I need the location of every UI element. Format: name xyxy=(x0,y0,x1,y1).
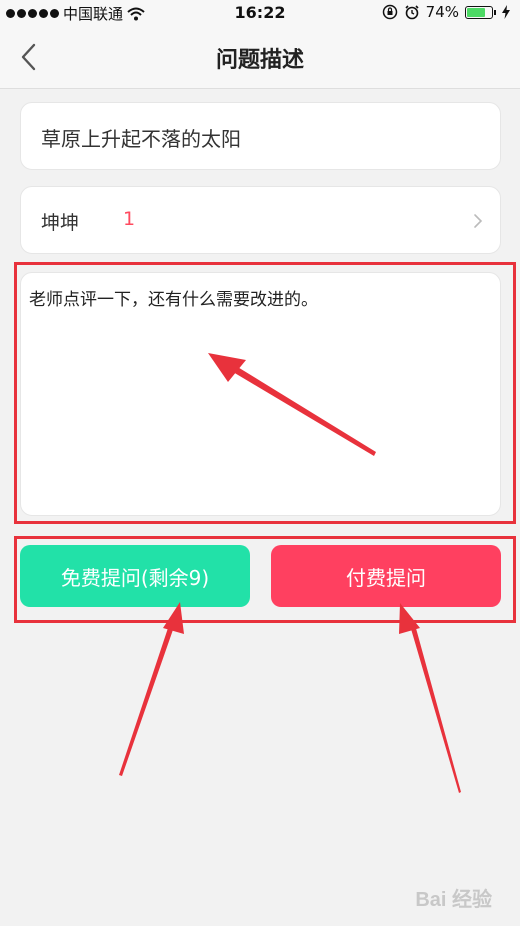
teacher-count: 1 xyxy=(123,208,136,230)
topic-card: 草原上升起不落的太阳 xyxy=(20,102,501,170)
annotation-arrow-paid-button xyxy=(399,603,461,793)
teacher-name: 坤坤 xyxy=(41,212,80,234)
teacher-selector[interactable]: 坤坤 1 xyxy=(20,186,501,254)
baidu-watermark: Bai 经验 xyxy=(415,889,492,911)
annotation-box-description xyxy=(14,262,516,524)
annotation-arrow-free-button xyxy=(119,602,184,776)
chevron-right-icon xyxy=(474,214,483,228)
status-bar: 中国联通 16:22 74% xyxy=(0,0,520,26)
status-right: 74% xyxy=(382,3,510,21)
nav-bar: 问题描述 xyxy=(0,26,520,89)
battery-percent: 74% xyxy=(425,3,459,21)
topic-title: 草原上升起不落的太阳 xyxy=(41,127,241,151)
orientation-lock-icon xyxy=(382,4,397,20)
page-title: 问题描述 xyxy=(215,48,304,73)
alarm-icon xyxy=(405,5,419,20)
annotation-box-buttons xyxy=(14,536,516,623)
charging-icon xyxy=(502,5,510,19)
battery-icon xyxy=(465,5,496,19)
